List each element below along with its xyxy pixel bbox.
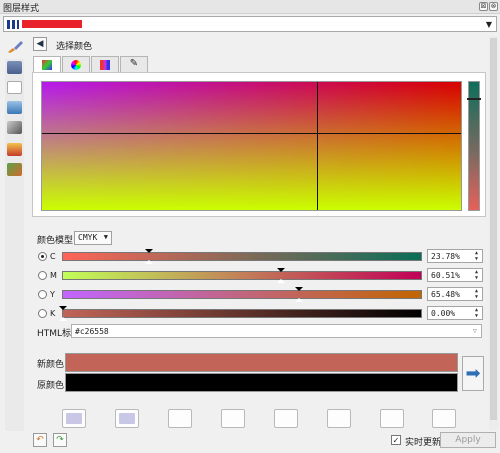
color-model-label: 颜色模型 (37, 236, 74, 246)
tab-eyedropper[interactable]: ✎ (120, 56, 148, 72)
histogram-icon[interactable] (7, 121, 22, 134)
bottom-bar: ↶ ↷ ✓ 实时更新 Apply (0, 431, 500, 453)
transparency-icon[interactable] (7, 101, 22, 114)
spin-arrows-icon[interactable]: ▲ ▼ (472, 250, 481, 262)
live-update-label: 实时更新 (405, 438, 442, 448)
channel-m-letter: M (50, 271, 57, 280)
channel-k-slider[interactable] (59, 306, 422, 321)
channel-k-marker[interactable] (59, 306, 67, 310)
arrow-right-icon[interactable]: ➡ (462, 356, 484, 391)
channel-k-spinbox[interactable]: 0.00% ▲ ▼ (427, 306, 483, 320)
panel-title: 选择颜色 (56, 42, 93, 52)
color-model-select[interactable]: CMYK ▼ (74, 231, 112, 245)
channel-k-value: 0.00% (431, 309, 456, 318)
scroll-thumb[interactable] (490, 38, 497, 420)
symbology-icon[interactable] (7, 81, 22, 94)
close-icon[interactable]: ⊗ (489, 2, 498, 11)
channel-m-value: 60.51% (431, 271, 460, 280)
color-box[interactable] (41, 81, 462, 211)
channel-row-m: M 60.51% ▲ ▼ (37, 268, 487, 283)
paintbrush-icon[interactable] (6, 40, 24, 54)
channel-c-radio[interactable] (38, 252, 47, 261)
channel-y-radio[interactable] (38, 290, 47, 299)
chevron-down-icon[interactable]: ▽ (473, 327, 477, 335)
color-ramp-slider[interactable] (467, 81, 481, 211)
channel-k-letter: K (50, 309, 56, 318)
swatch-button[interactable] (274, 409, 298, 428)
layer-select[interactable]: layer ▼ (3, 16, 497, 32)
spin-arrows-icon[interactable]: ▲ ▼ (472, 269, 481, 281)
spin-arrows-icon[interactable]: ▲ ▼ (472, 288, 481, 300)
html-color-input[interactable]: #c26558 ▽ (71, 324, 482, 338)
swatch-button[interactable] (432, 409, 456, 428)
crosshair-vertical (317, 82, 318, 210)
channel-k-radio[interactable] (38, 309, 47, 318)
chevron-down-icon[interactable]: ▼ (486, 20, 492, 29)
channel-row-c: C 23.78% ▲ ▼ (37, 249, 487, 264)
tab-color-wheel[interactable] (62, 56, 90, 72)
raster-icon[interactable] (7, 61, 22, 74)
layer-name: layer (22, 20, 82, 28)
tab-palette[interactable] (91, 56, 119, 72)
live-update-checkbox[interactable]: ✓ (391, 435, 401, 445)
new-color-label: 新颜色 (37, 360, 65, 370)
tool-column (5, 59, 24, 439)
color-picker-frame (32, 72, 486, 217)
tab-color-ramp[interactable] (33, 56, 61, 73)
redo-button[interactable]: ↷ (53, 433, 67, 447)
swatch-button[interactable] (115, 409, 139, 428)
history-icon[interactable] (7, 163, 22, 176)
float-icon[interactable]: ⊠ (479, 2, 488, 11)
channel-c-value: 23.78% (431, 252, 460, 261)
spin-arrows-icon[interactable]: ▲ ▼ (472, 307, 481, 319)
crosshair-horizontal (42, 133, 461, 134)
color-preview: 新颜色 原颜色 ➡ (32, 348, 486, 400)
ramp-marker[interactable] (467, 98, 481, 100)
title-bar: 图层样式 ⊠ ⊗ (0, 0, 500, 14)
swatch-button[interactable] (62, 409, 86, 428)
apply-button[interactable]: Apply (440, 432, 496, 448)
color-ramp-icon (42, 60, 52, 70)
old-color-label: 原颜色 (37, 381, 65, 391)
swatch-button[interactable] (380, 409, 404, 428)
swatch-button[interactable] (221, 409, 245, 428)
channel-row-y: Y 65.48% ▲ ▼ (37, 287, 487, 302)
channel-c-slider[interactable] (62, 249, 422, 264)
undo-button[interactable]: ↶ (33, 433, 47, 447)
color-wheel-icon (71, 60, 81, 70)
rendering-icon[interactable] (7, 143, 22, 156)
window-title: 图层样式 (3, 4, 40, 14)
scrollbar[interactable] (489, 36, 498, 430)
eyedropper-icon: ✎ (129, 58, 139, 69)
channel-c-spinbox[interactable]: 23.78% ▲ ▼ (427, 249, 483, 263)
channel-m-marker[interactable] (277, 268, 285, 272)
channel-y-letter: Y (50, 290, 55, 299)
chevron-down-icon: ▼ (103, 233, 108, 241)
back-button[interactable]: ◀ (33, 37, 47, 51)
color-model-value: CMYK (78, 233, 98, 242)
old-color-swatch[interactable] (65, 373, 458, 392)
html-color-value: #c26558 (75, 327, 109, 336)
swatch-button[interactable] (168, 409, 192, 428)
channel-y-spinbox[interactable]: 65.48% ▲ ▼ (427, 287, 483, 301)
channel-m-radio[interactable] (38, 271, 47, 280)
channel-y-slider[interactable] (62, 287, 422, 302)
panel-header: ◀ 选择颜色 (30, 36, 490, 54)
swatch-button[interactable] (327, 409, 351, 428)
new-color-swatch[interactable] (65, 353, 458, 372)
palette-grid-icon (100, 60, 110, 70)
channel-c-marker[interactable] (145, 249, 153, 253)
channel-y-value: 65.48% (431, 290, 460, 299)
channel-c-letter: C (50, 252, 56, 261)
channel-row-k: K 0.00% ▲ ▼ (37, 306, 487, 321)
html-notation-row: HTML标记 #c26558 ▽ (37, 324, 487, 339)
channel-m-slider[interactable] (62, 268, 422, 283)
raster-layer-icon (7, 20, 19, 29)
channel-y-marker[interactable] (295, 287, 303, 291)
channel-m-spinbox[interactable]: 60.51% ▲ ▼ (427, 268, 483, 282)
